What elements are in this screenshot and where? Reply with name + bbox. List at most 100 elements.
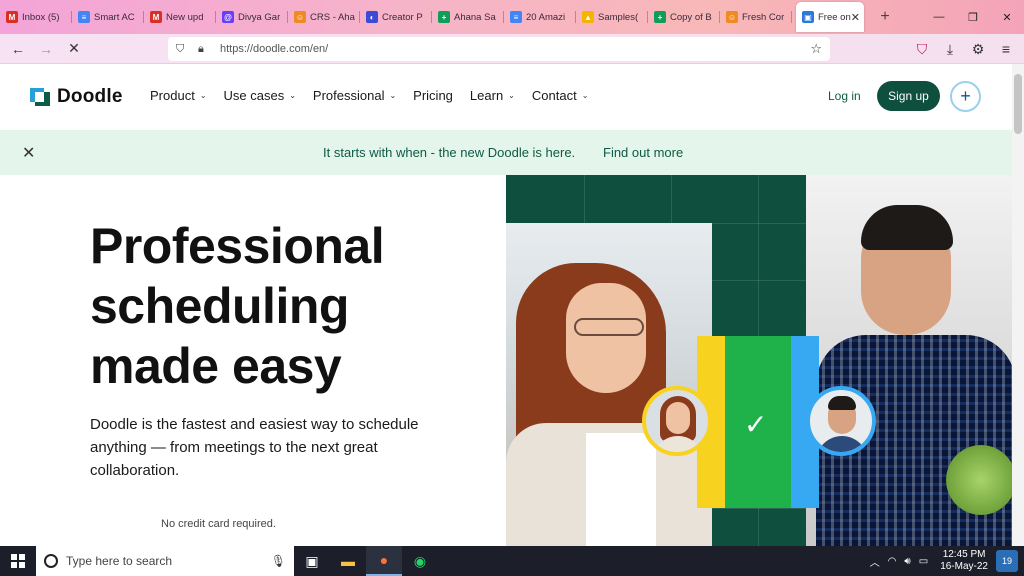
browser-tab[interactable]: ☺ Fresh Cor [720, 2, 792, 32]
doodle-logo-icon [30, 88, 50, 106]
no-credit-card-note: No credit card required. [161, 518, 276, 530]
hero-title-line: made easy [90, 338, 342, 394]
hero-title: Professional scheduling made easy [90, 216, 490, 396]
announcement-banner: ✕ It starts with when - the new Doodle i… [0, 130, 1012, 175]
woman-avatar [642, 386, 712, 456]
extension-icon[interactable]: ⚙ [964, 35, 992, 63]
nav-item-contact[interactable]: Contact ⌄ [532, 88, 589, 103]
scrollbar-thumb[interactable] [1014, 74, 1022, 134]
browser-tab[interactable]: ≡ Smart AC [72, 2, 144, 32]
signup-button[interactable]: Sign up [877, 81, 940, 111]
browser-tab[interactable]: @ Divya Gar [216, 2, 288, 32]
clock-time: 12:45 PM [942, 549, 986, 560]
nav-item-use-cases[interactable]: Use cases ⌄ [224, 88, 296, 103]
stop-loading-icon[interactable]: ✕ [60, 35, 88, 63]
forward-icon[interactable]: → [32, 35, 60, 63]
url-text[interactable]: https://doodle.com/en/ [220, 43, 810, 55]
window-controls: — ❐ ✕ [922, 0, 1024, 34]
browser-tab[interactable]: + Copy of B [648, 2, 720, 32]
restore-icon[interactable]: ❐ [956, 0, 990, 34]
tab-label: Ahana Sa [454, 11, 496, 23]
task-view-icon[interactable]: ▣ [294, 546, 330, 576]
back-icon[interactable]: ← [4, 35, 32, 63]
wifi-icon[interactable]: ◠ [888, 556, 897, 567]
taskbar-search-placeholder: Type here to search [66, 554, 173, 568]
microphone-icon[interactable]: 🎙︎ [271, 554, 286, 568]
tab-favicon-icon: ▲ [582, 11, 594, 23]
battery-icon[interactable]: ▭ [919, 556, 928, 567]
firefox-icon[interactable]: ● [366, 546, 402, 576]
tab-label: Copy of B [670, 11, 712, 23]
main-nav: Product ⌄ Use cases ⌄ Professional ⌄ Pricing Le… [150, 88, 605, 103]
cortana-icon [44, 554, 58, 568]
volume-icon[interactable]: 🔊︎ [904, 556, 910, 567]
taskbar-clock[interactable]: 12:45 PM 16-May-22 [940, 549, 988, 573]
bookmark-star-icon[interactable]: ☆ [810, 41, 822, 57]
tab-favicon-icon: ≡ [78, 11, 90, 23]
tab-list: M Inbox (5) ≡ Smart AC M New upd @ Divya Gar ☺ CR… [0, 0, 792, 34]
file-explorer-icon[interactable]: ▬ [330, 546, 366, 576]
man-avatar [806, 386, 876, 456]
nav-item-label: Learn [469, 88, 504, 103]
browser-tab[interactable]: + Ahana Sa [432, 2, 504, 32]
close-banner-icon[interactable]: ✕ [22, 143, 35, 163]
hero-subtitle: Doodle is the fastest and easiest way to… [90, 416, 419, 479]
chevron-down-icon: ⌄ [199, 91, 207, 100]
tab-strip: M Inbox (5) ≡ Smart AC M New upd @ Divya Gar ☺ CR… [0, 0, 1024, 34]
nav-item-professional[interactable]: Professional ⌄ [313, 88, 396, 103]
tray-chevron-icon[interactable]: ︿ [870, 554, 880, 569]
login-link[interactable]: Log in [828, 89, 861, 103]
menu-icon[interactable]: ≡ [992, 35, 1020, 63]
tab-favicon-icon: M [6, 11, 18, 23]
nav-item-label: Product [150, 88, 195, 103]
notification-count: 19 [1001, 556, 1012, 566]
nav-item-product[interactable]: Product ⌄ [150, 88, 207, 103]
find-out-more-link[interactable]: Find out more [603, 145, 683, 160]
browser-tab[interactable]: ◐ Creator P [360, 2, 432, 32]
tab-active[interactable]: ▣ Free on ✕ [796, 2, 864, 32]
page-scrollbar[interactable] [1012, 64, 1024, 546]
downloads-icon[interactable]: ⤓ [936, 35, 964, 63]
whatsapp-icon[interactable]: ◉ [402, 546, 438, 576]
tab-label: Inbox (5) [22, 11, 60, 23]
browser-tab[interactable]: ≡ 20 Amazi [504, 2, 576, 32]
address-bar[interactable]: ⛉ 🔒︎ https://doodle.com/en/ ☆ [168, 37, 830, 61]
hero-title-line: scheduling [90, 278, 349, 334]
start-button[interactable] [0, 546, 36, 576]
browser-tab[interactable]: M New upd [144, 2, 216, 32]
tab-label: Smart AC [94, 11, 135, 23]
chevron-down-icon: ⌄ [581, 91, 589, 100]
nav-item-pricing[interactable]: Pricing [413, 88, 453, 103]
nav-item-label: Contact [531, 88, 577, 103]
windows-logo-icon [11, 554, 25, 568]
clock-date: 16-May-22 [940, 561, 988, 572]
tab-label: CRS - Aha [310, 11, 355, 23]
browser-tab[interactable]: ▲ Samples( [576, 2, 648, 32]
plus-icon[interactable]: + [950, 81, 981, 112]
tab-label: Samples( [598, 11, 639, 23]
tab-favicon-icon: + [438, 11, 450, 23]
lock-icon[interactable]: 🔒︎ [198, 43, 214, 56]
close-tab-icon[interactable]: ✕ [851, 11, 860, 24]
tab-label: Creator P [382, 11, 423, 23]
taskbar-search[interactable]: Type here to search 🎙︎ [36, 546, 294, 576]
system-tray: ︿ ◠ 🔊︎ ▭ 12:45 PM 16-May-22 19 [866, 549, 1024, 573]
shield-icon[interactable]: ⛉ [176, 43, 192, 56]
nav-item-learn[interactable]: Learn ⌄ [470, 88, 515, 103]
tab-favicon-icon: ☺ [294, 11, 306, 23]
browser-tab[interactable]: ☺ CRS - Aha [288, 2, 360, 32]
browser-tab[interactable]: M Inbox (5) [0, 2, 72, 32]
new-tab-button[interactable]: + [872, 4, 898, 30]
close-window-icon[interactable]: ✕ [990, 0, 1024, 34]
hero-illustration: ✓ [506, 175, 1012, 546]
doodle-logo[interactable]: Doodle [30, 86, 123, 108]
woman-photo [506, 223, 712, 546]
nav-item-label: Use cases [223, 88, 285, 103]
chevron-down-icon: ⌄ [389, 91, 397, 100]
nav-item-label: Pricing [413, 88, 453, 103]
tab-label: Fresh Cor [742, 11, 785, 23]
minimize-icon[interactable]: — [922, 0, 956, 34]
pocket-icon[interactable]: ⛉ [908, 35, 936, 63]
banner-message: It starts with when - the new Doodle is … [323, 145, 576, 160]
notification-center-icon[interactable]: 19 [996, 550, 1018, 572]
